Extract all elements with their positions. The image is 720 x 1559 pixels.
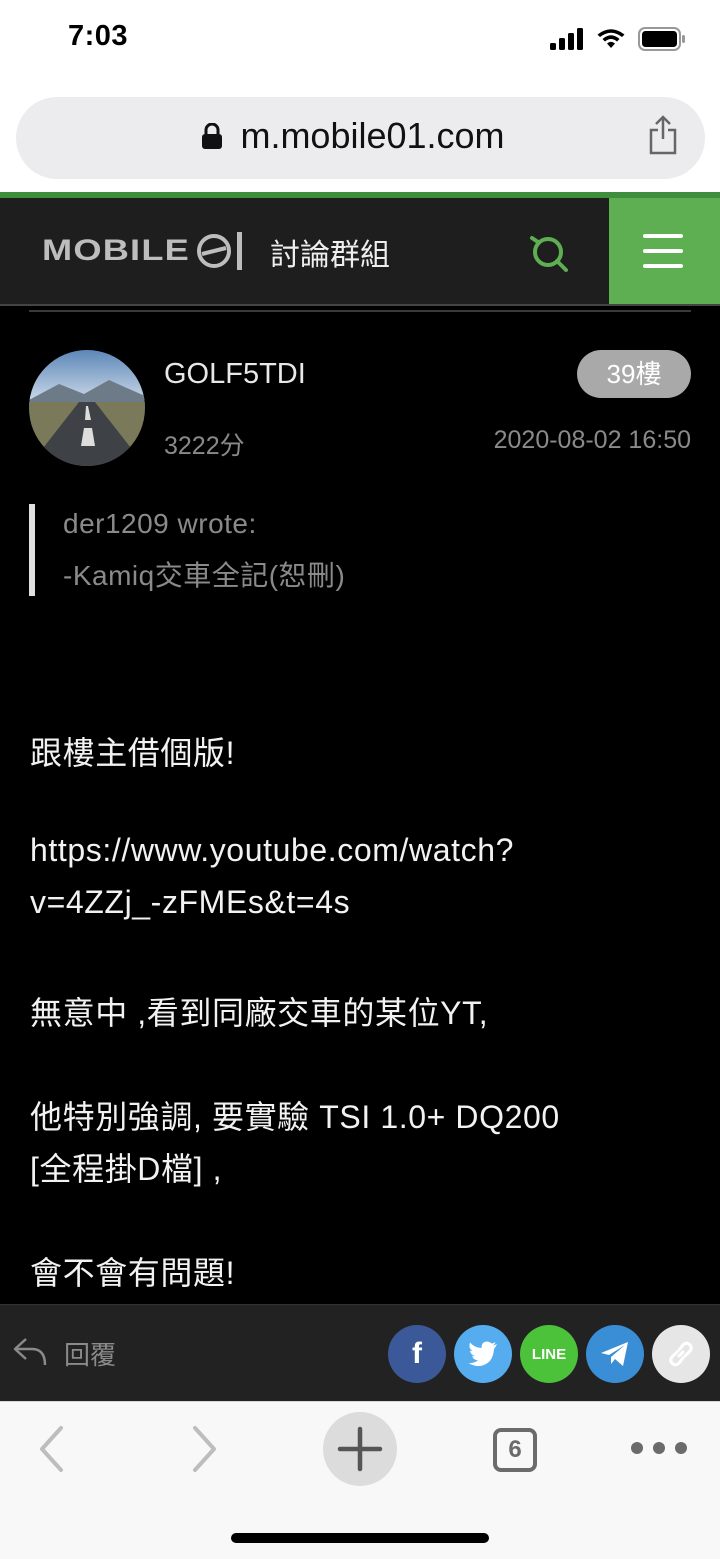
browser-toolbar: 6 bbox=[0, 1401, 720, 1559]
line-share-button[interactable]: LINE bbox=[520, 1325, 578, 1383]
more-dot bbox=[653, 1442, 665, 1454]
body-link-line[interactable]: https://www.youtube.com/watch? bbox=[30, 832, 514, 869]
tabs-button[interactable]: 6 bbox=[493, 1428, 537, 1472]
body-line: 會不會有問題! bbox=[30, 1255, 236, 1291]
post-action-bar: 回覆 f LINE bbox=[0, 1304, 720, 1401]
quote-text: -Kamiq交車全記(恕刪) bbox=[63, 560, 346, 591]
mobile01-logo[interactable]: MOBILE bbox=[42, 228, 246, 272]
more-dot bbox=[675, 1442, 687, 1454]
home-indicator[interactable] bbox=[231, 1533, 489, 1543]
share-icon[interactable] bbox=[647, 115, 679, 155]
telegram-icon bbox=[601, 1342, 628, 1366]
body-line: 無意中 ,看到同廠交車的某位YT, bbox=[30, 995, 489, 1031]
facebook-share-button[interactable]: f bbox=[388, 1325, 446, 1383]
post-date: 2020-08-02 16:50 bbox=[493, 426, 691, 454]
plus-icon bbox=[337, 1426, 383, 1472]
telegram-share-button[interactable] bbox=[586, 1325, 644, 1383]
line-icon: LINE bbox=[531, 1345, 567, 1363]
status-time: 7:03 bbox=[68, 20, 129, 52]
twitter-share-button[interactable] bbox=[454, 1325, 512, 1383]
body-line: 他特別強調, 要實驗 TSI 1.0+ DQ200 bbox=[30, 1099, 560, 1135]
menu-bar-top bbox=[643, 234, 683, 238]
username[interactable]: GOLF5TDI bbox=[164, 358, 306, 391]
quote-author: der1209 wrote: bbox=[63, 508, 257, 539]
forward-icon[interactable] bbox=[190, 1424, 220, 1474]
reply-button[interactable]: 回覆 bbox=[64, 1335, 116, 1372]
svg-text:MOBILE: MOBILE bbox=[42, 234, 190, 267]
user-score: 3222分 bbox=[164, 432, 245, 460]
divider bbox=[29, 310, 691, 312]
avatar-road-image bbox=[29, 350, 145, 466]
more-dot bbox=[631, 1442, 643, 1454]
body-link-line[interactable]: v=4ZZj_-zFMEs&t=4s bbox=[30, 884, 350, 921]
more-menu-button[interactable] bbox=[631, 1442, 687, 1454]
menu-button[interactable] bbox=[609, 198, 720, 304]
facebook-icon: f bbox=[412, 1337, 422, 1370]
address-bar[interactable]: m.mobile01.com bbox=[16, 97, 705, 179]
post-content: GOLF5TDI 39樓 3222分 2020-08-02 16:50 der1… bbox=[0, 306, 720, 1304]
new-tab-button[interactable] bbox=[323, 1412, 397, 1486]
body-line: 跟樓主借個版! bbox=[30, 735, 236, 771]
quote-block: der1209 wrote: -Kamiq交車全記(恕刪) bbox=[29, 504, 691, 596]
back-icon[interactable] bbox=[36, 1424, 66, 1474]
forum-title[interactable]: 討論群組 bbox=[270, 230, 390, 274]
wifi-icon bbox=[597, 29, 625, 48]
battery-icon bbox=[638, 27, 685, 51]
site-header: MOBILE 討論群組 bbox=[0, 198, 720, 306]
status-bar: 7:03 bbox=[0, 0, 720, 80]
avatar[interactable] bbox=[29, 350, 145, 466]
copy-link-button[interactable] bbox=[652, 1325, 710, 1383]
link-icon bbox=[669, 1341, 693, 1367]
menu-bar-middle bbox=[643, 249, 683, 253]
reply-icon[interactable] bbox=[12, 1335, 48, 1367]
search-icon[interactable] bbox=[528, 232, 570, 274]
url-text[interactable]: m.mobile01.com bbox=[16, 115, 705, 157]
twitter-icon bbox=[468, 1341, 497, 1367]
status-icons bbox=[550, 26, 686, 52]
signal-icon bbox=[550, 28, 583, 50]
floor-badge[interactable]: 39樓 bbox=[577, 350, 691, 398]
body-line: [全程掛D檔] , bbox=[30, 1151, 223, 1187]
menu-bar-bottom bbox=[643, 264, 683, 268]
